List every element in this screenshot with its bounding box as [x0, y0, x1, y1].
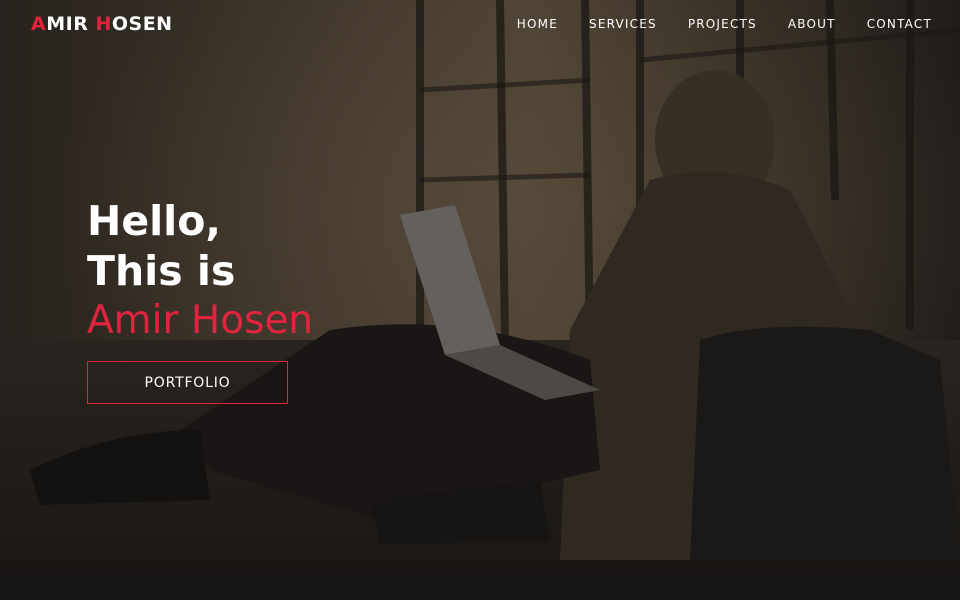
hero-name: Amir Hosen: [87, 298, 314, 343]
portfolio-button[interactable]: PORTFOLIO: [87, 361, 288, 404]
hero-intro-text: This is: [87, 247, 236, 295]
logo-initial-h: H: [95, 13, 112, 35]
site-logo[interactable]: AMIR HOSEN: [31, 13, 173, 35]
logo-first-name: MIR: [46, 13, 96, 35]
hero-section: AMIR HOSEN HOME SERVICES PROJECTS ABOUT …: [0, 0, 960, 600]
hero-intro: Hello, This is Amir Hosen: [87, 196, 313, 346]
nav-about[interactable]: ABOUT: [788, 17, 836, 31]
logo-last-name: OSEN: [111, 13, 173, 35]
nav-projects[interactable]: PROJECTS: [688, 17, 757, 31]
nav-menu: HOME SERVICES PROJECTS ABOUT CONTACT: [517, 17, 932, 31]
hero-greeting: Hello,: [87, 197, 221, 245]
nav-services[interactable]: SERVICES: [589, 17, 657, 31]
top-navbar: AMIR HOSEN HOME SERVICES PROJECTS ABOUT …: [0, 0, 960, 48]
logo-initial-a: A: [31, 13, 47, 35]
nav-home[interactable]: HOME: [517, 17, 558, 31]
nav-contact[interactable]: CONTACT: [867, 17, 932, 31]
